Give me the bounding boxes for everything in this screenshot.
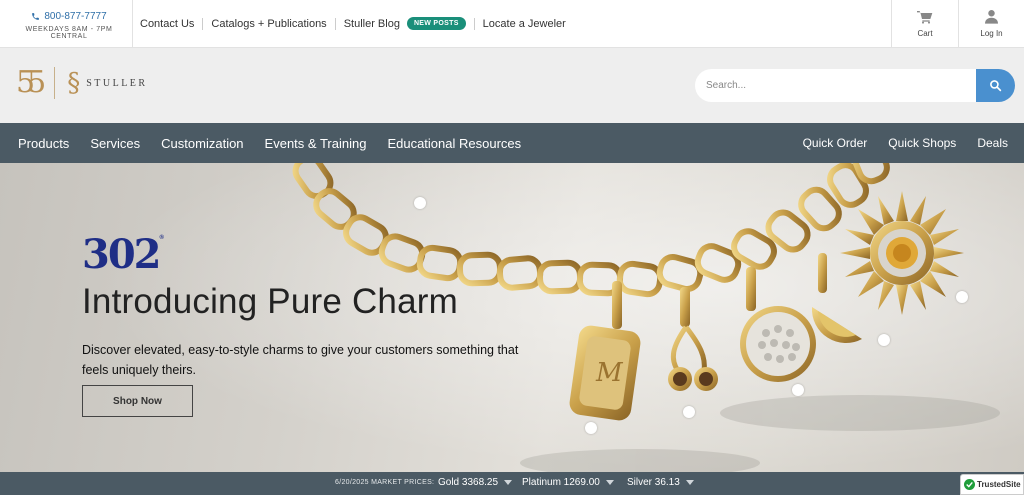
trustedsite-label: TrustedSite	[977, 480, 1021, 489]
site-header: 55 § STULLER	[0, 48, 1024, 123]
nav-products[interactable]: Products	[18, 136, 69, 151]
cart-button[interactable]: Cart	[892, 0, 958, 47]
caret-down-icon	[605, 480, 614, 485]
primary-nav: Products Services Customization Events &…	[18, 123, 521, 163]
nav-events-training[interactable]: Events & Training	[265, 136, 367, 151]
check-icon	[964, 479, 975, 490]
hotspot-dot[interactable]	[585, 422, 597, 434]
nav-quick-order[interactable]: Quick Order	[803, 136, 868, 150]
divider	[202, 17, 204, 30]
nav-customization[interactable]: Customization	[161, 136, 243, 151]
nav-quick-shops[interactable]: Quick Shops	[888, 136, 956, 150]
divider	[473, 17, 475, 30]
search-button[interactable]	[976, 69, 1015, 102]
new-posts-badge[interactable]: NEW POSTS	[406, 17, 466, 30]
divider	[132, 0, 133, 47]
logo-divider	[54, 67, 56, 99]
caret-down-icon	[504, 480, 513, 485]
contact-us-link[interactable]: Contact Us	[140, 18, 194, 30]
hotspot-dot[interactable]	[683, 406, 695, 418]
platinum-price-value: Platinum 1269.00	[522, 477, 600, 488]
login-label: Log In	[980, 29, 1003, 38]
logo-wordmark: STULLER	[86, 77, 148, 89]
user-icon	[985, 10, 998, 24]
nav-deals[interactable]: Deals	[977, 136, 1008, 150]
stuller-logo[interactable]: 55 § STULLER	[16, 67, 148, 99]
caret-down-icon	[685, 480, 694, 485]
svg-text:M: M	[595, 358, 624, 388]
nav-educational-resources[interactable]: Educational Resources	[387, 136, 521, 151]
hotspot-dot[interactable]	[414, 197, 426, 209]
main-nav: Products Services Customization Events &…	[0, 123, 1024, 163]
silver-price-value: Silver 36.13	[627, 477, 680, 488]
brand-302-text: 302	[82, 231, 161, 278]
phone-icon	[32, 13, 40, 20]
catalogs-link[interactable]: Catalogs + Publications	[211, 18, 326, 30]
hero-banner[interactable]: M 302® Introducing Pure Charm Discover e…	[0, 163, 1024, 472]
locate-jeweler-link[interactable]: Locate a Jeweler	[483, 18, 566, 30]
market-prices-bar: 6/20/2025 MARKET PRICES: Gold 3368.25 Pl…	[0, 472, 1024, 495]
platinum-price[interactable]: Platinum 1269.00	[522, 477, 614, 488]
business-hours: WEEKDAYS 8AM - 7PM CENTRAL	[25, 26, 113, 40]
gold-price[interactable]: Gold 3368.25	[438, 477, 513, 488]
login-button[interactable]: Log In	[959, 0, 1024, 47]
hero-title: Introducing Pure Charm	[82, 282, 458, 321]
shop-now-button[interactable]: Shop Now	[82, 385, 193, 417]
hotspot-dot[interactable]	[878, 334, 890, 346]
search-input[interactable]	[695, 69, 977, 102]
hotspot-dot[interactable]	[956, 291, 968, 303]
top-links: Contact Us Catalogs + Publications Stull…	[140, 0, 566, 47]
divider	[334, 17, 336, 30]
cart-label: Cart	[917, 28, 933, 38]
utility-bar: 800-877-7777 WEEKDAYS 8AM - 7PM CENTRAL …	[0, 0, 1024, 48]
trustedsite-badge[interactable]: TrustedSite	[960, 474, 1024, 495]
logo-s-icon: §	[67, 68, 81, 98]
hotspot-dot[interactable]	[792, 384, 804, 396]
cart-icon	[917, 10, 933, 24]
search-bar	[695, 69, 1015, 102]
nav-services[interactable]: Services	[90, 136, 140, 151]
silver-price[interactable]: Silver 36.13	[627, 477, 694, 488]
search-icon	[990, 80, 1002, 92]
phone-contact[interactable]: 800-877-7777 WEEKDAYS 8AM - 7PM CENTRAL	[10, 11, 128, 40]
secondary-nav: Quick Order Quick Shops Deals	[803, 123, 1008, 163]
logo-monogram: 55	[16, 65, 46, 100]
registered-mark: ®	[159, 235, 164, 241]
blog-link[interactable]: Stuller Blog	[344, 18, 400, 30]
hero-subtitle: Discover elevated, easy-to-style charms …	[82, 343, 519, 377]
phone-number[interactable]: 800-877-7777	[44, 11, 106, 22]
market-prices-label: 6/20/2025 MARKET PRICES:	[335, 479, 435, 486]
gold-price-value: Gold 3368.25	[438, 477, 499, 488]
brand-302-logo: 302®	[82, 235, 164, 275]
